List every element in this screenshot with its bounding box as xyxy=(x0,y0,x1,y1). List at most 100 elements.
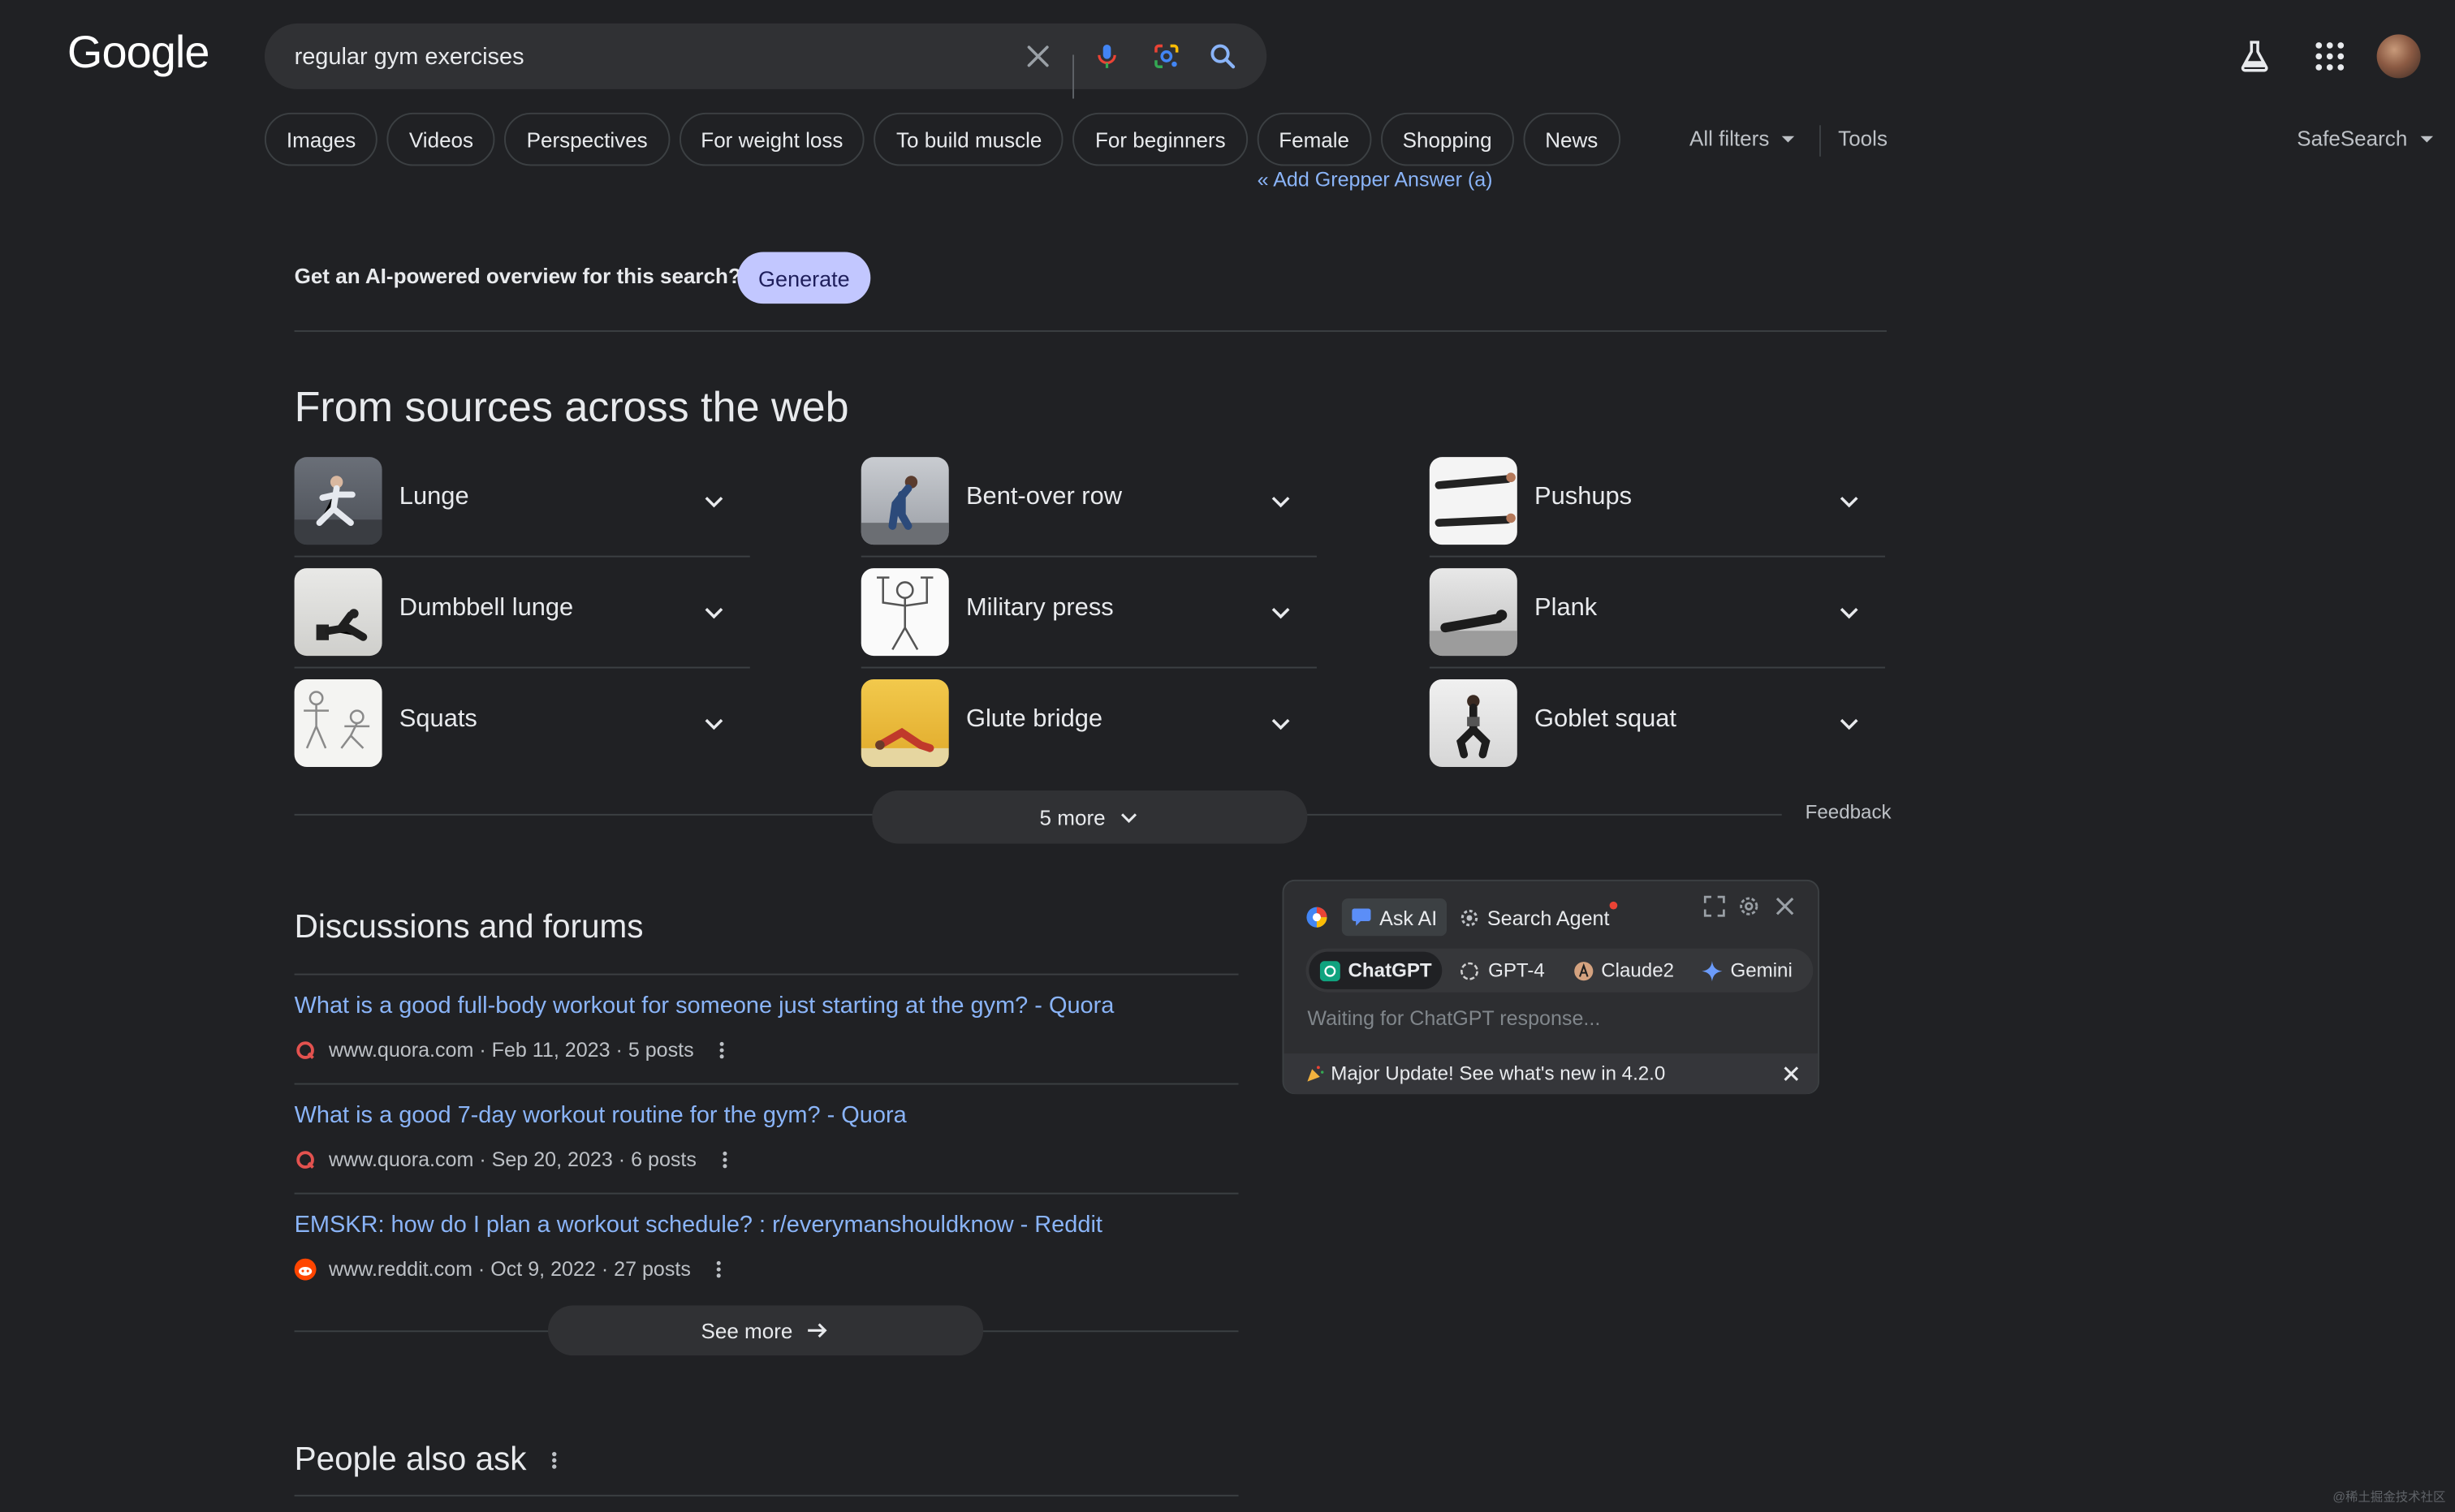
chat-icon xyxy=(1352,908,1371,926)
exercise-item[interactable]: Glute bridge xyxy=(861,679,1317,768)
safesearch-label: SafeSearch xyxy=(2297,127,2408,151)
exercise-item[interactable]: Pushups xyxy=(1429,457,1886,558)
watermark: @稀土掘金技术社区 xyxy=(2332,1490,2446,1505)
exercise-label: Military press xyxy=(965,594,1114,622)
settings-icon[interactable] xyxy=(1738,895,1760,917)
section-title-discussions: Discussions and forums xyxy=(294,909,644,946)
discussion-meta-text: www.reddit.com · Oct 9, 2022 · 27 posts xyxy=(329,1256,691,1281)
tab-search-agent[interactable]: Search Agent xyxy=(1459,900,1618,929)
update-banner[interactable]: Major Update! See what's new in 4.2.0 xyxy=(1284,1053,1819,1095)
divider xyxy=(294,973,1239,976)
chevron-down-icon[interactable] xyxy=(1836,489,1862,514)
chip-shopping[interactable]: Shopping xyxy=(1380,112,1514,166)
safesearch-button[interactable]: SafeSearch xyxy=(2297,127,2436,150)
model-label: Gemini xyxy=(1730,959,1793,982)
chip-videos[interactable]: Videos xyxy=(386,112,496,166)
more-vert-icon[interactable] xyxy=(715,1148,734,1170)
divider xyxy=(294,1494,1239,1497)
model-chatgpt[interactable]: ChatGPT xyxy=(1309,951,1443,989)
more-vert-icon[interactable] xyxy=(546,1448,564,1473)
search-icon[interactable] xyxy=(1207,41,1239,72)
model-gpt4[interactable]: GPT-4 xyxy=(1449,952,1555,989)
response-placeholder: Waiting for ChatGPT response... xyxy=(1307,1006,1601,1031)
search-box[interactable] xyxy=(264,23,1267,99)
grepper-link[interactable]: « Add Grepper Answer (a) xyxy=(1258,167,1493,191)
exercise-label: Pushups xyxy=(1534,483,1633,510)
chip-images[interactable]: Images xyxy=(264,112,378,166)
chip-perspectives[interactable]: Perspectives xyxy=(504,112,670,166)
labs-icon[interactable] xyxy=(2236,37,2273,75)
exercise-item[interactable]: Squats xyxy=(294,679,750,768)
tab-label: Search Agent xyxy=(1486,905,1610,929)
discussion-meta-text: www.quora.com · Feb 11, 2023 · 5 posts xyxy=(329,1037,694,1062)
exercise-thumbnail xyxy=(861,457,949,545)
more-vert-icon[interactable] xyxy=(710,1258,728,1280)
openai-icon xyxy=(1461,961,1479,980)
exercise-label: Lunge xyxy=(399,483,469,510)
more-exercises-button[interactable]: 5 more xyxy=(872,790,1308,844)
more-vert-icon[interactable] xyxy=(713,1039,731,1061)
discussion-link[interactable]: What is a good full-body workout for som… xyxy=(295,993,1115,1019)
quora-icon xyxy=(296,1150,315,1169)
extension-logo-icon xyxy=(1306,907,1327,928)
search-divider xyxy=(1072,54,1075,99)
close-icon[interactable] xyxy=(1022,41,1054,72)
close-icon[interactable] xyxy=(1784,1066,1799,1081)
chip-to-build-muscle[interactable]: To build muscle xyxy=(874,112,1064,166)
lens-icon[interactable] xyxy=(1151,41,1183,72)
exercise-label: Dumbbell lunge xyxy=(399,594,574,622)
filter-chips: Images Videos Perspectives For weight lo… xyxy=(264,112,1629,166)
exercise-label: Glute bridge xyxy=(965,705,1103,733)
quora-icon xyxy=(296,1040,315,1059)
chevron-down-icon[interactable] xyxy=(701,489,727,514)
google-logo[interactable]: Google xyxy=(67,28,210,80)
exercise-item[interactable]: Bent-over row xyxy=(861,457,1317,558)
exercise-item[interactable]: Plank xyxy=(1429,568,1886,669)
model-label: Claude2 xyxy=(1601,959,1675,982)
model-label: GPT-4 xyxy=(1488,959,1545,982)
chip-for-weight-loss[interactable]: For weight loss xyxy=(679,112,865,166)
discussion-link[interactable]: What is a good 7-day workout routine for… xyxy=(295,1102,907,1129)
close-icon[interactable] xyxy=(1774,895,1796,917)
exercise-item[interactable]: Military press xyxy=(861,568,1317,669)
avatar[interactable] xyxy=(2376,34,2421,79)
discussion-link[interactable]: EMSKR: how do I plan a workout schedule?… xyxy=(295,1212,1102,1238)
search-input[interactable] xyxy=(294,23,984,89)
generate-button[interactable]: Generate xyxy=(737,252,871,304)
model-gemini[interactable]: Gemini xyxy=(1691,952,1803,989)
tab-ask-ai[interactable]: Ask AI xyxy=(1341,898,1447,937)
divider xyxy=(861,666,1317,669)
see-more-button[interactable]: See more xyxy=(548,1305,984,1356)
update-text: Major Update! See what's new in 4.2.0 xyxy=(1331,1062,1666,1085)
chip-female[interactable]: Female xyxy=(1257,112,1372,166)
expand-icon[interactable] xyxy=(1703,895,1725,917)
party-popper-icon xyxy=(1307,1066,1324,1082)
divider xyxy=(294,330,1887,332)
chevron-down-icon[interactable] xyxy=(1268,489,1293,514)
chevron-down-icon[interactable] xyxy=(701,600,727,625)
chevron-down-icon[interactable] xyxy=(1268,711,1293,736)
caret-down-icon xyxy=(2419,135,2433,142)
exercise-item[interactable]: Lunge xyxy=(294,457,750,558)
model-claude2[interactable]: Claude2 xyxy=(1562,952,1685,989)
chip-for-beginners[interactable]: For beginners xyxy=(1072,112,1248,166)
exercise-item[interactable]: Dumbbell lunge xyxy=(294,568,750,669)
exercise-thumbnail xyxy=(1429,457,1517,545)
apps-icon[interactable] xyxy=(2311,37,2349,75)
divider xyxy=(294,1192,1239,1195)
exercise-label: Squats xyxy=(399,705,477,733)
feedback-link[interactable]: Feedback xyxy=(1806,801,1892,823)
discussion-meta-text: www.quora.com · Sep 20, 2023 · 6 posts xyxy=(329,1147,697,1171)
exercise-item[interactable]: Goblet squat xyxy=(1429,679,1885,768)
chip-news[interactable]: News xyxy=(1523,112,1620,166)
divider xyxy=(294,666,750,669)
chevron-down-icon[interactable] xyxy=(1836,711,1862,736)
chevron-down-icon[interactable] xyxy=(1268,600,1293,625)
chevron-down-icon[interactable] xyxy=(1836,600,1862,625)
all-filters-button[interactable]: All filters xyxy=(1689,127,1797,150)
chevron-down-icon[interactable] xyxy=(701,711,727,736)
tools-button[interactable]: Tools xyxy=(1838,127,1888,150)
discussion-meta: www.quora.com · Sep 20, 2023 · 6 posts xyxy=(295,1148,735,1171)
mic-icon[interactable] xyxy=(1091,41,1123,72)
exercise-thumbnail xyxy=(1429,679,1517,768)
